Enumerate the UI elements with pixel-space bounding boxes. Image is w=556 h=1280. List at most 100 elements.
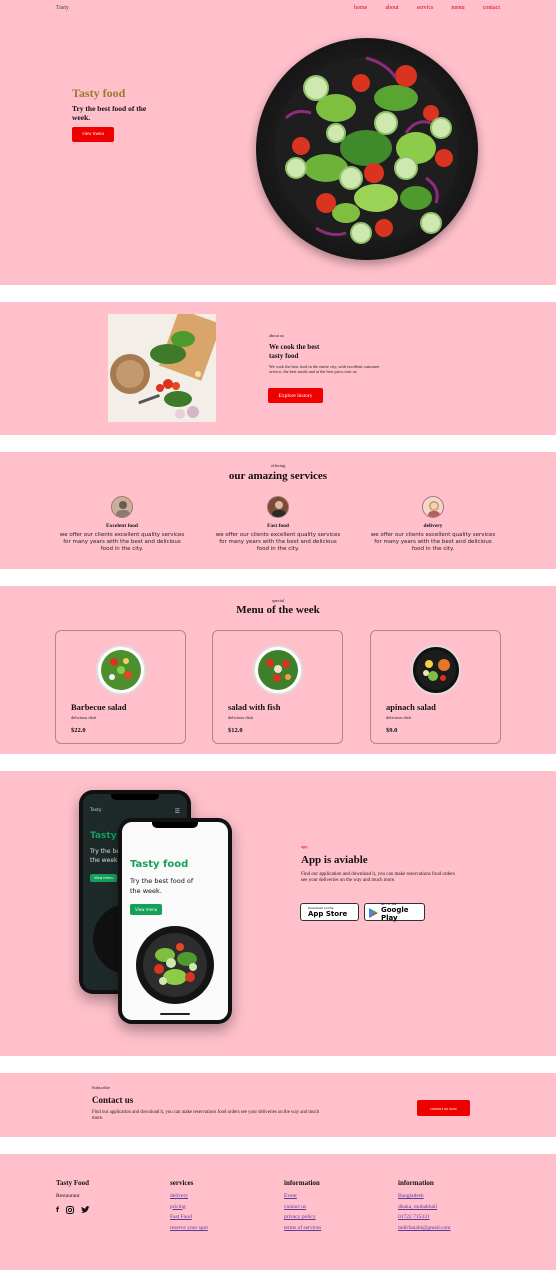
contact-section: Subscribe Contact us Find our applicatio… (0, 1073, 556, 1137)
app-section: Tasty ☰ Tasty food Try the best food of … (0, 771, 556, 1056)
services-title: our amazing services (228, 470, 328, 482)
app-title: App is aviable (301, 854, 368, 866)
salad-illustration (275, 56, 459, 244)
service-title: Excelent food (106, 523, 138, 529)
hero-salad-image (256, 38, 478, 260)
phone-subtitle: Try the best food of the week. (130, 877, 194, 895)
footer-link[interactable]: Fast Food (170, 1214, 208, 1220)
nav-links: home about servics menu contact (354, 5, 500, 11)
menu-icon: ☰ (174, 808, 180, 815)
avatar (111, 496, 133, 518)
footer-brand-title: Tasty Food (56, 1179, 90, 1187)
kitchen-illustration (108, 314, 216, 422)
footer-link[interactable]: privacy policy (284, 1214, 321, 1220)
nav-link-home[interactable]: home (354, 5, 367, 11)
menu-title: Menu of the week (236, 604, 320, 616)
menu-label: special (271, 598, 285, 603)
service-title: delivery (423, 523, 443, 529)
footer-contact-title: information (398, 1179, 434, 1187)
footer-link[interactable]: mdirfanahi@gmail.com (398, 1225, 451, 1231)
menu-card[interactable]: Barbecue salad delicious dish $22.0 (55, 630, 186, 744)
phone-view-menu-button: View menu (130, 904, 163, 915)
phone-screen-light: Tasty food Try the best food of the week… (122, 822, 228, 1020)
dish-price: $22.0 (71, 727, 86, 734)
contact-title: Contact us (92, 1095, 134, 1105)
dish-type: delicious dish (71, 715, 96, 720)
about-label: about us (269, 333, 285, 338)
nav-link-about[interactable]: about (385, 5, 398, 11)
footer-link[interactable]: pricing (170, 1204, 208, 1210)
footer-services-title: services (170, 1179, 194, 1187)
service-title: Fast food (267, 523, 289, 529)
avatar (267, 496, 289, 518)
service-card-delivery: delivery we offer our clients excellent … (368, 496, 498, 553)
nav-link-menu[interactable]: menu (451, 5, 464, 11)
footer-services: services delivery pricing Fast Food rese… (170, 1179, 208, 1235)
nav-logo[interactable]: Tasty (56, 5, 69, 11)
hero-title: Tasty food (72, 86, 126, 100)
menu-card[interactable]: apinach salad delicious dish $9.0 (370, 630, 501, 744)
dish-price: $12.0 (228, 727, 243, 734)
footer-link[interactable]: dhaka, mohakhali (398, 1204, 451, 1210)
google-play-button[interactable]: GET IT ON Google Play (364, 902, 425, 922)
footer-link[interactable]: terms of services (284, 1225, 321, 1231)
phone-view-menu-button: View menu (90, 874, 118, 882)
footer-information: information Event contact us privacy pol… (284, 1179, 321, 1235)
phone-mockup-front: Tasty food Try the best food of the week… (118, 818, 232, 1024)
service-card-excellent: Excelent food we offer our clients excel… (57, 496, 187, 553)
footer-link[interactable]: reserve your spot (170, 1225, 208, 1231)
app-store-button[interactable]: Download on the App Store (300, 903, 359, 921)
nav-link-services[interactable]: servics (417, 5, 434, 11)
service-description: we offer our clients excellent quality s… (59, 532, 185, 552)
twitter-icon[interactable] (81, 1206, 91, 1216)
app-store-label: App Store (308, 909, 348, 918)
app-label: app (301, 844, 308, 849)
dish-price: $9.0 (386, 727, 398, 734)
service-card-fast: Fast food we offer our clients excellent… (213, 496, 343, 553)
contact-text: Find our application and download it, yo… (92, 1110, 319, 1121)
phone-salad-image (136, 926, 214, 1004)
services-label: offering (270, 463, 286, 468)
dish-image (96, 645, 146, 695)
dish-name: Barbecue salad (71, 702, 127, 712)
google-play-icon (369, 903, 378, 922)
footer-link[interactable]: 01722 715331 (398, 1214, 451, 1220)
social-links: f (56, 1206, 91, 1216)
view-menu-button[interactable]: view menu (72, 127, 114, 142)
avatar (422, 496, 444, 518)
footer-contact-info: information Bangladesh dhaka, mohakhali … (398, 1179, 451, 1235)
facebook-icon[interactable]: f (56, 1206, 59, 1216)
footer-link[interactable]: Event (284, 1193, 321, 1199)
dish-image (411, 645, 461, 695)
service-description: we offer our clients excellent quality s… (215, 532, 341, 552)
footer-brand-sub: Restaurant (56, 1193, 80, 1199)
app-text: Find our application and download it, yo… (301, 872, 455, 883)
dish-type: delicious dish (228, 715, 253, 720)
phone-logo: Tasty (90, 808, 102, 813)
instagram-icon[interactable] (66, 1206, 75, 1216)
dish-name: salad with fish (228, 702, 281, 712)
about-food-image (108, 314, 216, 422)
footer-information-title: information (284, 1179, 320, 1187)
dish-type: delicious dish (386, 715, 411, 720)
nav-link-contact[interactable]: contact (483, 5, 500, 11)
footer-link[interactable]: delivery (170, 1193, 208, 1199)
hero-subtitle: Try the best food of the week. (72, 104, 147, 122)
phone-title: Tasty food (130, 859, 189, 870)
footer-brand: Tasty Food Restaurant f (56, 1179, 91, 1216)
about-section: about us We cook the best tasty food We … (0, 302, 556, 435)
contact-label: Subscribe (92, 1085, 110, 1090)
contact-us-button[interactable]: contact us now (417, 1100, 470, 1116)
about-text: We cook the best food in the entire city… (269, 364, 380, 374)
footer-link[interactable]: contact us (284, 1204, 321, 1210)
about-title: We cook the best tasty food (269, 343, 320, 360)
service-description: we offer our clients excellent quality s… (370, 532, 496, 552)
google-play-label: Google Play (381, 905, 409, 922)
dish-name: apinach salad (386, 702, 436, 712)
services-section: offering our amazing services Excelent f… (0, 452, 556, 569)
hero-section: Tasty home about servics menu contact Ta… (0, 0, 556, 285)
explore-history-button[interactable]: Explore history (268, 388, 323, 403)
menu-card[interactable]: salad with fish delicious dish $12.0 (212, 630, 343, 744)
footer-link[interactable]: Bangladesh (398, 1193, 451, 1199)
dish-image (253, 645, 303, 695)
